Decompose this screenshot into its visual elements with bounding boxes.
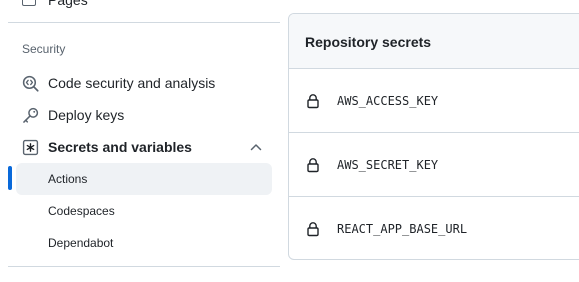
sidebar-section-heading: Security — [22, 42, 66, 56]
lock-icon — [305, 93, 321, 109]
sidebar-subitem-label: Actions — [48, 172, 88, 186]
sidebar-item-label: Deploy keys — [48, 107, 125, 123]
asterisk-icon — [22, 139, 39, 156]
secret-row: AWS_SECRET_KEY — [289, 133, 579, 197]
sidebar-item-code-security[interactable]: Code security and analysis — [16, 67, 272, 99]
sidebar-divider — [8, 22, 280, 23]
sidebar-item-pages[interactable]: Pages — [22, 0, 88, 10]
repository-secrets-panel: Repository secrets AWS_ACCESS_KEY AWS_SE… — [288, 13, 579, 260]
secret-name: AWS_ACCESS_KEY — [337, 94, 439, 108]
lock-icon — [305, 157, 321, 173]
sidebar-item-deploy-keys[interactable]: Deploy keys — [16, 99, 272, 131]
sidebar-subitem-label: Dependabot — [48, 236, 114, 250]
settings-page: Pages Security Code security and analysi… — [0, 0, 579, 282]
sidebar-subitem-dependabot[interactable]: Dependabot — [16, 227, 272, 259]
panel-title: Repository secrets — [305, 34, 432, 50]
secret-row: REACT_APP_BASE_URL — [289, 197, 579, 259]
lock-icon — [305, 221, 321, 237]
sidebar-divider — [8, 266, 280, 267]
sidebar-item-label: Code security and analysis — [48, 75, 216, 91]
settings-sidebar: Pages Security Code security and analysi… — [0, 0, 282, 282]
chevron-up-icon[interactable] — [248, 139, 264, 155]
secret-name: AWS_SECRET_KEY — [337, 158, 439, 172]
panel-header: Repository secrets — [289, 14, 579, 69]
sidebar-subitem-label: Codespaces — [48, 204, 115, 218]
sidebar-subitem-actions[interactable]: Actions — [16, 163, 272, 195]
active-indicator — [8, 166, 12, 190]
sidebar-subitem-codespaces[interactable]: Codespaces — [16, 195, 272, 227]
sidebar-item-secrets-and-variables[interactable]: Secrets and variables — [16, 131, 272, 163]
sidebar-item-label: Secrets and variables — [48, 139, 192, 155]
codescan-icon — [22, 75, 39, 92]
sidebar-item-label: Pages — [48, 0, 88, 8]
key-icon — [22, 107, 39, 124]
secret-row: AWS_ACCESS_KEY — [289, 69, 579, 133]
browser-icon — [22, 0, 36, 6]
secret-name: REACT_APP_BASE_URL — [337, 222, 468, 236]
